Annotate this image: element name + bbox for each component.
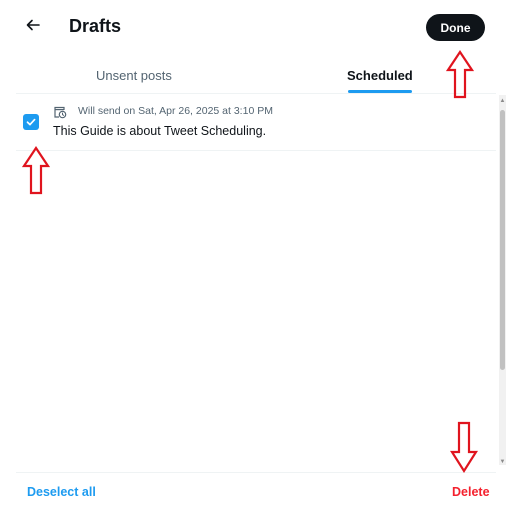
up-arrow-annotation: [22, 146, 50, 195]
checkmark-icon: [26, 118, 36, 126]
scroll-down-icon[interactable]: ▼: [499, 458, 506, 466]
list-item[interactable]: Will send on Sat, Apr 26, 2025 at 3:10 P…: [16, 95, 496, 151]
delete-button[interactable]: Delete: [452, 485, 490, 499]
footer-bar: Deselect all Delete: [16, 472, 496, 509]
back-button[interactable]: [20, 14, 46, 40]
scrollbar-thumb[interactable]: [500, 110, 505, 370]
schedule-time: Will send on Sat, Apr 26, 2025 at 3:10 P…: [78, 105, 273, 117]
tab-unsent-posts[interactable]: Unsent posts: [96, 56, 172, 94]
draft-text: This Guide is about Tweet Scheduling.: [53, 124, 267, 138]
calendar-clock-icon: [53, 105, 67, 119]
tab-bar: Unsent posts Scheduled: [16, 56, 496, 94]
deselect-all-button[interactable]: Deselect all: [27, 485, 96, 499]
header: Drafts Done: [0, 0, 500, 56]
tab-scheduled[interactable]: Scheduled: [347, 56, 413, 94]
down-arrow-annotation: [450, 421, 478, 474]
select-checkbox[interactable]: [23, 114, 39, 130]
arrow-left-icon: [25, 17, 41, 38]
up-arrow-annotation: [446, 50, 474, 99]
page-title: Drafts: [69, 16, 122, 36]
done-button[interactable]: Done: [426, 14, 485, 41]
scroll-up-icon[interactable]: ▲: [499, 97, 506, 105]
tab-selected-indicator: [348, 90, 412, 93]
